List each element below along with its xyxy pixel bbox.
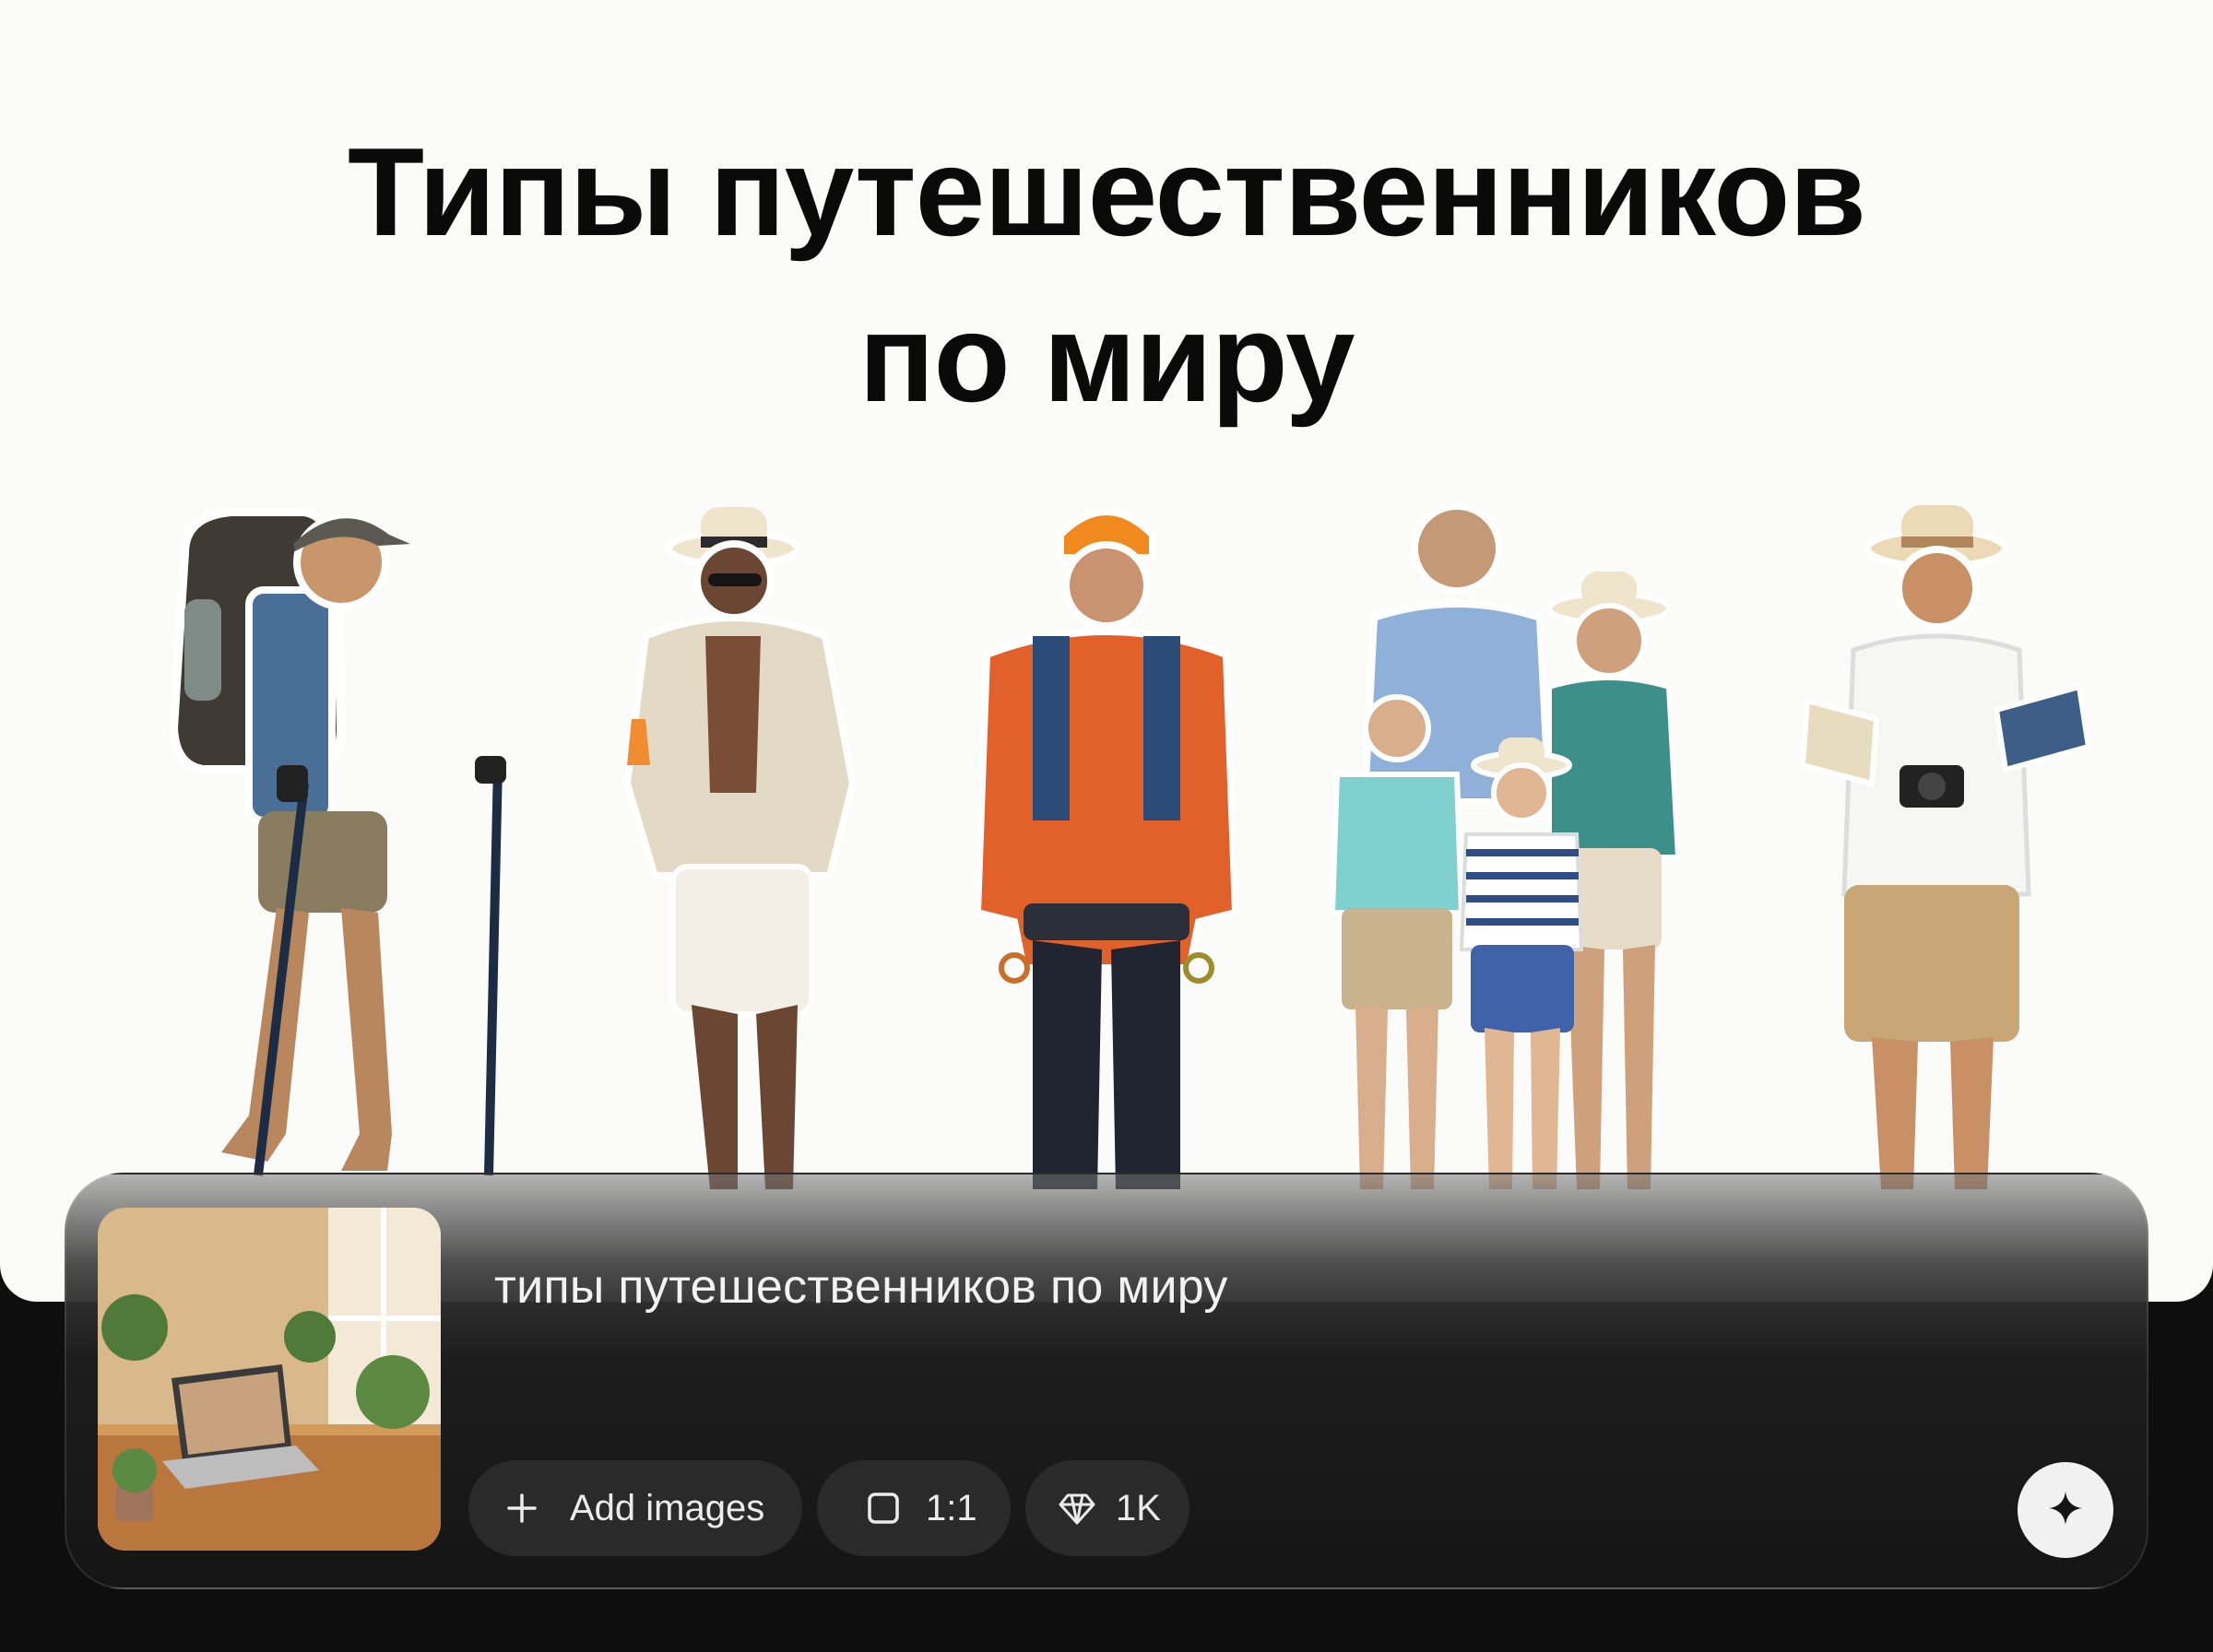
resolution-label: 1K [1116,1487,1161,1528]
cultural-tourist-figure [1798,489,2102,1189]
title-line-1: Типы путешественников [348,122,1866,262]
page-title: Типы путешественников по миру [0,109,2213,441]
plus-icon [503,1490,540,1527]
aspect-ratio-button[interactable]: 1:1 [817,1460,1011,1556]
title-line-2: по миру [858,288,1355,428]
diamond-icon [1057,1488,1097,1528]
square-icon [865,1490,902,1527]
aspect-ratio-label: 1:1 [926,1487,977,1528]
generate-button[interactable] [2018,1462,2113,1558]
resolution-button[interactable]: 1K [1025,1460,1189,1556]
add-images-button[interactable]: Add images [468,1460,802,1556]
traveler-figures [0,479,2213,1189]
add-images-label: Add images [570,1487,765,1528]
sparkle-icon [2045,1488,2086,1533]
hiker-figure [148,489,535,1189]
reference-image-thumbnail[interactable] [98,1208,441,1551]
image-canvas: Типы путешественников по миру [0,0,2213,1302]
climber-figure [959,489,1254,1189]
prompt-text[interactable]: типы путешественников по миру [494,1259,1228,1315]
family-figure [1319,489,1743,1189]
beach-tourist-figure [609,489,885,1189]
prompt-bar: типы путешественников по миру Add images… [65,1173,2148,1589]
